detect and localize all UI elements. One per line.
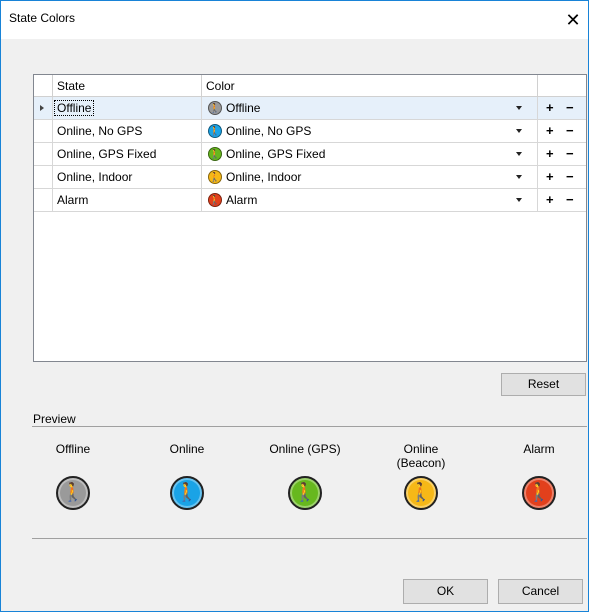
row-header[interactable] [34, 143, 53, 166]
chevron-down-icon[interactable] [516, 106, 522, 110]
person-walking-icon: 🚶 [522, 476, 556, 510]
person-walking-icon: 🚶 [208, 146, 222, 161]
row-actions: + − [538, 189, 586, 212]
row-header[interactable] [34, 189, 53, 212]
title-bar: State Colors ✕ [1, 1, 588, 39]
table-row[interactable]: Alarm 🚶 Alarm + − [34, 189, 586, 212]
row-header[interactable] [34, 166, 53, 189]
column-header-color[interactable]: Color [202, 75, 538, 97]
person-walking-icon: 🚶 [288, 476, 322, 510]
remove-row-icon[interactable]: − [566, 143, 574, 165]
cancel-button[interactable]: Cancel [498, 579, 583, 604]
row-actions: + − [538, 166, 586, 189]
row-header[interactable] [34, 97, 53, 120]
chevron-down-icon[interactable] [516, 152, 522, 156]
state-name: Offline [54, 100, 95, 116]
state-cell[interactable]: Online, No GPS [53, 120, 202, 143]
state-cell[interactable]: Offline [53, 97, 202, 120]
person-walking-icon: 🚶 [208, 100, 222, 115]
preview-state-label: Alarm [523, 442, 555, 456]
person-walking-icon: 🚶 [208, 123, 222, 138]
dialog-title: State Colors [9, 11, 76, 25]
color-name: Online, GPS Fixed [226, 147, 326, 161]
add-row-icon[interactable]: + [546, 120, 554, 142]
add-row-icon[interactable]: + [546, 166, 554, 188]
person-walking-icon: 🚶 [170, 476, 204, 510]
remove-row-icon[interactable]: − [566, 189, 574, 211]
reset-button[interactable]: Reset [501, 373, 586, 396]
remove-row-icon[interactable]: − [566, 97, 574, 119]
chevron-down-icon[interactable] [516, 175, 522, 179]
color-name: Offline [226, 101, 261, 115]
chevron-down-icon[interactable] [516, 129, 522, 133]
state-color-grid[interactable]: State Color Offline 🚶 Offline + − Online, No … [33, 74, 587, 362]
preview-state-label: Online (Beacon) [396, 442, 446, 470]
state-cell[interactable]: Online, GPS Fixed [53, 143, 202, 166]
person-walking-icon: 🚶 [404, 476, 438, 510]
preview-state-label: Offline [55, 442, 91, 456]
column-header-actions [538, 75, 586, 97]
preview-state-label: Online (GPS) [269, 442, 341, 456]
preview-label: Preview [33, 412, 76, 426]
color-dropdown[interactable]: 🚶 Online, Indoor [202, 166, 538, 189]
add-row-icon[interactable]: + [546, 189, 554, 211]
close-icon[interactable]: ✕ [558, 1, 588, 39]
row-actions: + − [538, 120, 586, 143]
bottom-separator [32, 538, 587, 539]
state-name: Alarm [57, 193, 89, 207]
person-walking-icon: 🚶 [208, 169, 222, 184]
table-row[interactable]: Online, Indoor 🚶 Online, Indoor + − [34, 166, 586, 189]
state-cell[interactable]: Alarm [53, 189, 202, 212]
remove-row-icon[interactable]: − [566, 166, 574, 188]
state-name: Online, GPS Fixed [57, 147, 157, 161]
ok-button[interactable]: OK [403, 579, 488, 604]
state-colors-dialog: State Colors ✕ State Color Offline 🚶 Offli… [0, 0, 589, 612]
state-cell[interactable]: Online, Indoor [53, 166, 202, 189]
row-header-corner [34, 75, 53, 97]
state-name: Online, Indoor [57, 170, 133, 184]
row-actions: + − [538, 97, 586, 120]
add-row-icon[interactable]: + [546, 97, 554, 119]
column-header-state[interactable]: State [53, 75, 202, 97]
color-dropdown[interactable]: 🚶 Online, No GPS [202, 120, 538, 143]
color-name: Online, No GPS [226, 124, 312, 138]
person-walking-icon: 🚶 [56, 476, 90, 510]
person-walking-icon: 🚶 [208, 192, 222, 207]
table-row[interactable]: Offline 🚶 Offline + − [34, 97, 586, 120]
add-row-icon[interactable]: + [546, 143, 554, 165]
state-name: Online, No GPS [57, 124, 143, 138]
row-header[interactable] [34, 120, 53, 143]
color-name: Alarm [226, 193, 258, 207]
color-name: Online, Indoor [226, 170, 302, 184]
table-row[interactable]: Online, GPS Fixed 🚶 Online, GPS Fixed + − [34, 143, 586, 166]
color-dropdown[interactable]: 🚶 Offline [202, 97, 538, 120]
table-row[interactable]: Online, No GPS 🚶 Online, No GPS + − [34, 120, 586, 143]
color-dropdown[interactable]: 🚶 Alarm [202, 189, 538, 212]
remove-row-icon[interactable]: − [566, 120, 574, 142]
row-actions: + − [538, 143, 586, 166]
chevron-down-icon[interactable] [516, 198, 522, 202]
current-row-pointer-icon [40, 105, 44, 111]
preview-separator [32, 426, 587, 427]
preview-state-label: Online [169, 442, 205, 456]
color-dropdown[interactable]: 🚶 Online, GPS Fixed [202, 143, 538, 166]
